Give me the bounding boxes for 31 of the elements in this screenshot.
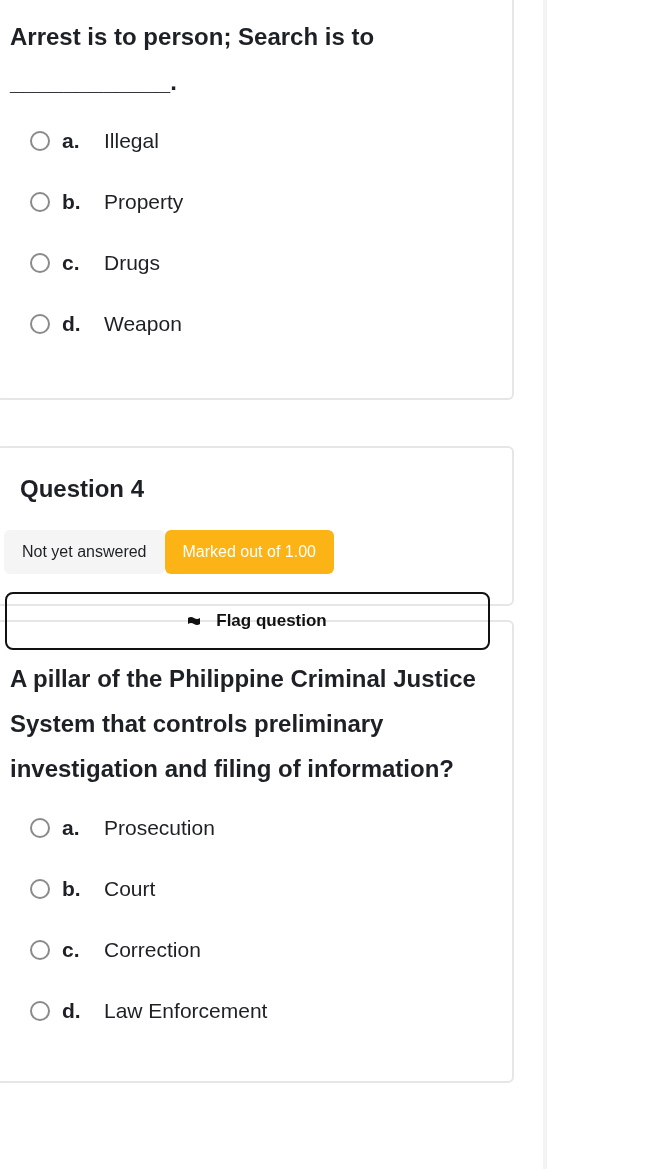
option-letter: a. [62,815,81,840]
option-label[interactable]: Property [104,189,184,214]
radio-button[interactable] [30,817,50,838]
option-letter: c. [62,937,81,962]
option-letter: d. [62,311,82,336]
flag-question-button[interactable]: Flag question [5,592,490,650]
question-text: A pillar of the Philippine Criminal Justice System that controls preliminary investigation and filing of information? [10,664,477,784]
question-text: Arrest is to person; Search is to ____________. [10,22,376,97]
option-letter: d. [62,998,82,1023]
option-label[interactable]: Drugs [104,250,161,275]
flag-icon [188,616,201,626]
option-label[interactable]: Illegal [104,128,159,153]
question-title: Question 4 [20,475,146,503]
option-label[interactable]: Law Enforcement [104,998,268,1023]
status-badge: Not yet answered [4,530,165,574]
option-label[interactable]: Correction [104,937,201,962]
option-label[interactable]: Weapon [104,311,182,336]
radio-button[interactable] [30,130,50,151]
option-letter: c. [62,250,81,275]
option-letter: a. [62,128,81,153]
radio-button[interactable] [30,878,50,899]
option-label[interactable]: Court [104,876,156,901]
option-label[interactable]: Prosecution [104,815,215,840]
option-letter: b. [62,189,82,214]
radio-button[interactable] [30,252,50,273]
marks-badge: Marked out of 1.00 [164,530,334,574]
radio-button[interactable] [30,191,50,212]
radio-button[interactable] [30,313,50,334]
radio-button[interactable] [30,939,50,960]
radio-button[interactable] [30,1000,50,1021]
option-letter: b. [62,876,82,901]
